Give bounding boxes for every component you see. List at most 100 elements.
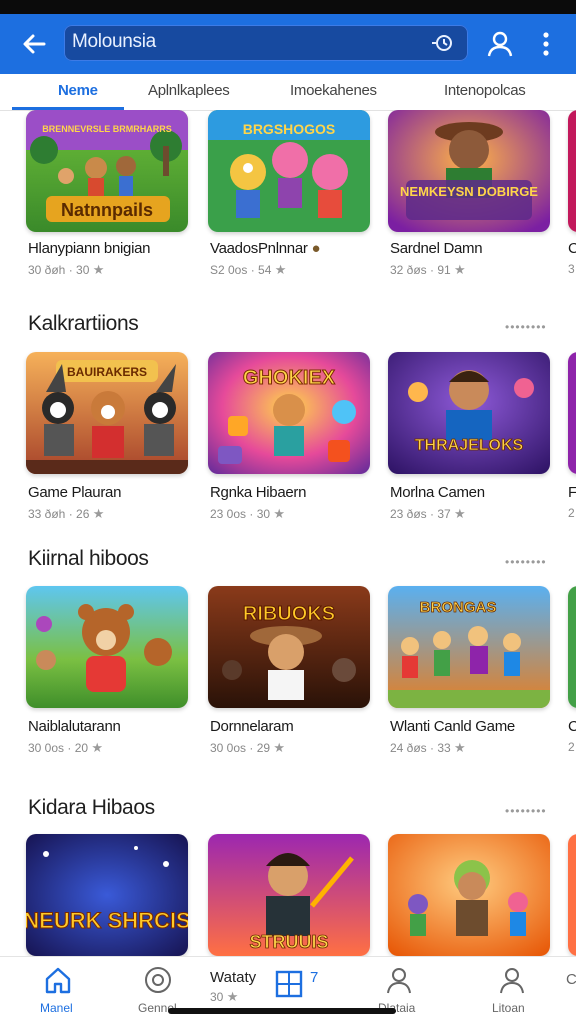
- section-title: Kalkrartiions: [28, 312, 139, 335]
- game-meta: 30 ðøh · 30 ★: [28, 262, 104, 278]
- game-art-banner: BRONGAS: [420, 599, 497, 616]
- see-more-dots-icon[interactable]: ••••••••: [505, 804, 547, 818]
- game-thumbnail: [568, 834, 576, 956]
- game-meta: 23 0os · 30 ★: [210, 506, 285, 522]
- back-arrow-icon[interactable]: [18, 28, 50, 60]
- nav-label-litoan[interactable]: Litoan: [492, 1001, 525, 1015]
- nav-label-partial[interactable]: C: [566, 971, 576, 988]
- game-art-banner: BRENNEVRSLE BRMRHARRS: [42, 124, 172, 134]
- nav-label-wataty[interactable]: Wataty: [210, 969, 256, 986]
- section-title: Kidara Hibaos: [28, 796, 155, 819]
- game-thumbnail: NEURK SHRCIS: [26, 834, 188, 956]
- game-card[interactable]: [568, 110, 576, 232]
- game-card[interactable]: BRGSHOGOS: [208, 110, 370, 232]
- game-thumbnail: [568, 586, 576, 708]
- game-meta: 30 0os · 29 ★: [210, 740, 285, 756]
- game-title[interactable]: C: [568, 718, 576, 735]
- game-title[interactable]: VaadosPnlnnar ●: [210, 240, 321, 257]
- game-title[interactable]: Wlanti Canld Game: [390, 718, 515, 735]
- star-icon: ★: [92, 262, 105, 277]
- nav-sublabel-text: 30: [210, 990, 224, 1004]
- home-icon[interactable]: [43, 965, 73, 995]
- more-vertical-icon[interactable]: [532, 30, 560, 58]
- game-title[interactable]: F: [568, 484, 576, 501]
- game-card[interactable]: GHOKIEX: [208, 352, 370, 474]
- game-card[interactable]: NEURK SHRCIS: [26, 834, 188, 956]
- section-title: Kiirnal hiboos: [28, 547, 149, 570]
- game-title[interactable]: Naiblalutarann: [28, 718, 121, 735]
- game-card[interactable]: Natnnpails BRENNEVRSLE BRMRHARRS: [26, 110, 188, 232]
- game-art-title: NEMKEYSN DOBIRGE: [400, 184, 538, 199]
- game-meta: 3: [568, 262, 575, 276]
- game-title[interactable]: Morlna Camen: [390, 484, 485, 501]
- tab-neme[interactable]: Neme: [58, 82, 98, 99]
- see-more-dots-icon[interactable]: ••••••••: [505, 320, 547, 334]
- game-card[interactable]: [568, 834, 576, 956]
- game-card[interactable]: RIBUOKS: [208, 586, 370, 708]
- search-bar[interactable]: Molounsia: [64, 25, 468, 61]
- game-meta-text: 24 ðøs · 33: [390, 741, 451, 755]
- content-scroll[interactable]: Natnnpails BRENNEVRSLE BRMRHARRS Hlanypi…: [0, 110, 576, 956]
- game-thumbnail: Natnnpails BRENNEVRSLE BRMRHARRS: [26, 110, 188, 232]
- game-card[interactable]: [568, 586, 576, 708]
- star-icon: ★: [454, 262, 466, 277]
- game-meta: 33 ðøh · 26 ★: [28, 506, 104, 522]
- game-thumbnail: [568, 352, 576, 474]
- game-thumbnail: [26, 586, 188, 708]
- search-history-icon[interactable]: [428, 31, 456, 55]
- game-card[interactable]: [26, 586, 188, 708]
- game-thumbnail: RIBUOKS: [208, 586, 370, 708]
- game-thumbnail: BRGSHOGOS: [208, 110, 370, 232]
- game-title[interactable]: Hlanypiann bnigian: [28, 240, 151, 257]
- search-input[interactable]: Molounsia: [72, 31, 156, 53]
- game-card[interactable]: BAUIRAKERS: [26, 352, 188, 474]
- person-icon[interactable]: [384, 965, 414, 995]
- game-art-banner: BAUIRAKERS: [67, 365, 147, 379]
- game-thumbnail: BAUIRAKERS: [26, 352, 188, 474]
- game-meta-text: 30 0os · 29: [210, 741, 271, 755]
- games-icon[interactable]: [143, 965, 173, 995]
- game-art-title: Natnnpails: [61, 200, 153, 220]
- game-meta-text: 30 0os · 20: [28, 741, 89, 755]
- tab-aplnlkaplees[interactable]: Aplnlkaplees: [148, 82, 230, 99]
- game-meta: 23 ðøs · 37 ★: [390, 506, 466, 522]
- game-art-title: THRAJELOKS: [415, 437, 524, 454]
- game-card[interactable]: [388, 834, 550, 956]
- game-card[interactable]: BRONGAS: [388, 586, 550, 708]
- bottom-navigation: Manel Gennel Wataty 30 ★ 7 Dlataia Litoa…: [0, 956, 576, 1025]
- tab-bar: Neme Aplnlkaplees Imoekahenes Intenopolc…: [0, 74, 576, 111]
- person-icon[interactable]: [486, 30, 514, 58]
- game-meta: 2: [568, 506, 575, 520]
- game-title[interactable]: Rgnka Hibaern: [210, 484, 306, 501]
- game-card[interactable]: [568, 352, 576, 474]
- game-title-text[interactable]: VaadosPnlnnar: [210, 240, 308, 257]
- game-thumbnail: [388, 834, 550, 956]
- game-meta: 24 ðøs · 33 ★: [390, 740, 466, 756]
- game-card[interactable]: STRUUIS: [208, 834, 370, 956]
- game-title[interactable]: Sardnel Damn: [390, 240, 483, 257]
- tab-imoekahenes[interactable]: Imoekahenes: [290, 82, 377, 99]
- tab-intenopolcas[interactable]: Intenopolcas: [444, 82, 526, 99]
- app-bar: Molounsia: [0, 14, 576, 74]
- game-meta: 30 0os · 20 ★: [28, 740, 103, 756]
- status-bar: [0, 0, 576, 14]
- account-icon[interactable]: [497, 965, 527, 995]
- game-meta-text: 32 ðøs · 91: [390, 263, 451, 277]
- badge-icon: ●: [311, 240, 321, 257]
- game-card[interactable]: THRAJELOKS: [388, 352, 550, 474]
- nav-label-manel[interactable]: Manel: [40, 1001, 73, 1015]
- game-thumbnail: NEMKEYSN DOBIRGE: [388, 110, 550, 232]
- game-title[interactable]: C: [568, 240, 576, 257]
- game-thumbnail: STRUUIS: [208, 834, 370, 956]
- apps-icon[interactable]: [274, 969, 304, 999]
- star-icon: ★: [454, 506, 466, 521]
- game-meta-text: 23 0os · 30: [210, 507, 271, 521]
- see-more-dots-icon[interactable]: ••••••••: [505, 555, 547, 569]
- game-meta: 2: [568, 740, 575, 754]
- game-title[interactable]: Game Plauran: [28, 484, 121, 501]
- star-icon: ★: [273, 506, 286, 521]
- game-card[interactable]: NEMKEYSN DOBIRGE: [388, 110, 550, 232]
- star-icon: ★: [91, 740, 104, 755]
- star-icon: ★: [274, 262, 287, 277]
- game-title[interactable]: Dornnelaram: [210, 718, 294, 735]
